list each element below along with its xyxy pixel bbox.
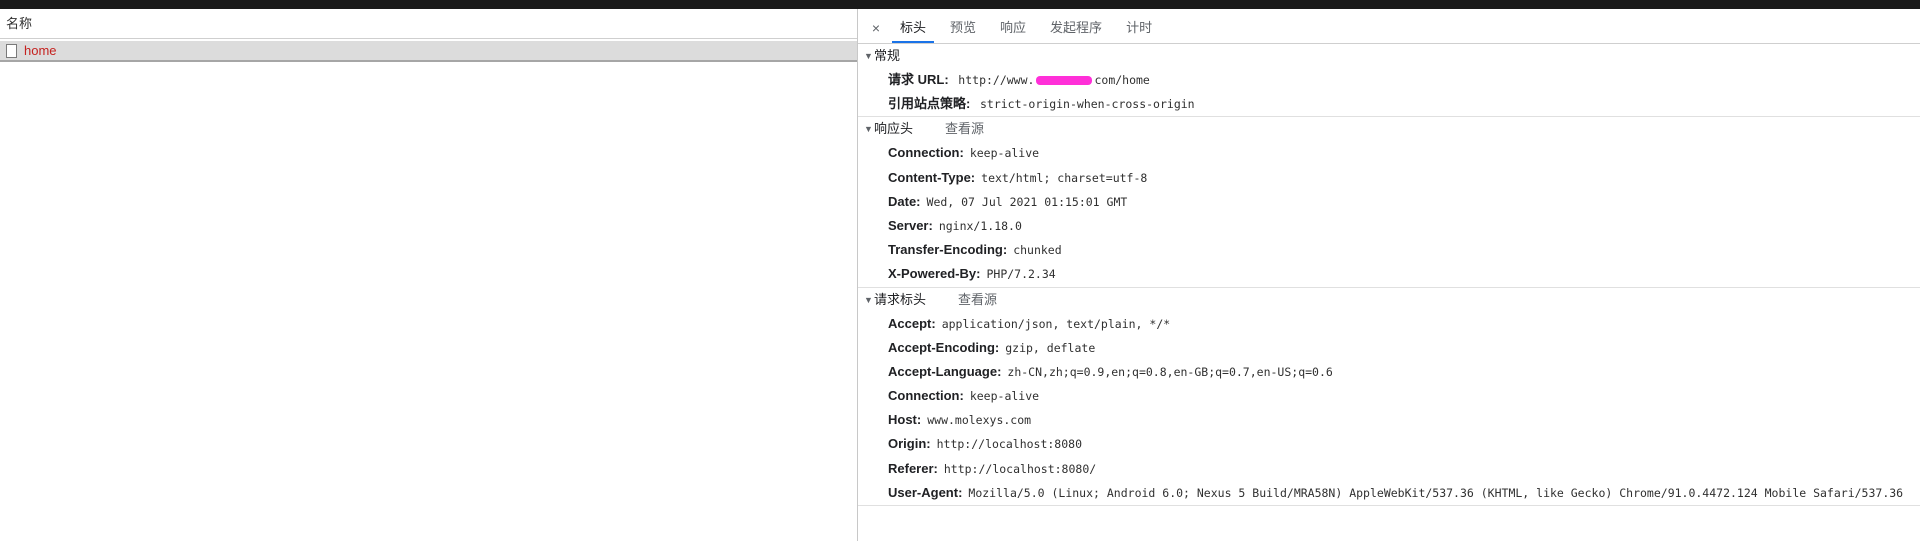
header-key: Server: bbox=[888, 217, 933, 233]
header-value: www.molexys.com bbox=[927, 413, 1032, 428]
response-header-row: Transfer-Encoding: chunked bbox=[858, 238, 1920, 262]
general-title: 常规 bbox=[874, 48, 901, 63]
request-headers-section-header[interactable]: ▼ 请求标头 查看源 bbox=[858, 288, 1920, 312]
details-tabbar: × 标头 预览 响应 发起程序 计时 bbox=[858, 9, 1920, 44]
response-header-row: Connection: keep-alive bbox=[858, 141, 1920, 165]
tab-response[interactable]: 响应 bbox=[992, 13, 1034, 43]
header-key: Accept: bbox=[888, 315, 936, 331]
header-value: keep-alive bbox=[969, 389, 1040, 404]
header-value: keep-alive bbox=[969, 146, 1040, 161]
request-row[interactable]: home bbox=[0, 41, 857, 62]
request-headers-section: ▼ 请求标头 查看源 Accept: application/json, text… bbox=[858, 288, 1920, 506]
header-key: Referer: bbox=[888, 460, 938, 476]
header-value: chunked bbox=[1013, 243, 1062, 258]
referrer-policy-label: 引用站点策略: bbox=[888, 96, 971, 112]
header-key: Origin: bbox=[888, 436, 931, 452]
header-key: Accept-Language: bbox=[888, 363, 1002, 379]
referrer-policy-row: 引用站点策略: strict-origin-when-cross-origin bbox=[858, 92, 1920, 116]
tab-timing[interactable]: 计时 bbox=[1118, 13, 1160, 43]
request-name: home bbox=[24, 43, 57, 58]
request-header-row: Referer: http://localhost:8080/ bbox=[858, 457, 1920, 481]
request-header-row: Connection: keep-alive bbox=[858, 384, 1920, 408]
request-details-panel: × 标头 预览 响应 发起程序 计时 ▼ 常规 请求 URL: http://w… bbox=[858, 9, 1920, 541]
response-header-row: Date: Wed, 07 Jul 2021 01:15:01 GMT bbox=[858, 190, 1920, 214]
tab-preview[interactable]: 预览 bbox=[942, 13, 984, 43]
request-url-row: 请求 URL: http://www. com/home bbox=[858, 68, 1920, 92]
caret-down-icon: ▼ bbox=[864, 294, 873, 305]
name-column-header[interactable]: 名称 bbox=[0, 9, 857, 39]
response-headers-section-header[interactable]: ▼ 响应头 查看源 bbox=[858, 117, 1920, 141]
general-section-header[interactable]: ▼ 常规 bbox=[858, 44, 1920, 68]
header-value: http://localhost:8080 bbox=[936, 437, 1083, 452]
redaction-mark bbox=[1036, 76, 1093, 86]
request-header-row: Accept: application/json, text/plain, */* bbox=[858, 312, 1920, 336]
request-view-source-link[interactable]: 查看源 bbox=[958, 288, 997, 312]
header-value: zh-CN,zh;q=0.9,en;q=0.8,en-GB;q=0.7,en-U… bbox=[1007, 364, 1333, 379]
header-value: text/html; charset=utf-8 bbox=[981, 170, 1148, 185]
top-window-strip bbox=[0, 0, 1920, 9]
tab-headers[interactable]: 标头 bbox=[892, 13, 935, 43]
header-key: Host: bbox=[888, 412, 922, 428]
request-header-row: Accept-Encoding: gzip, deflate bbox=[858, 336, 1920, 360]
referrer-policy-value: strict-origin-when-cross-origin bbox=[979, 97, 1195, 112]
header-value: PHP/7.2.34 bbox=[986, 267, 1056, 282]
general-section: ▼ 常规 请求 URL: http://www. com/home 引用站点策略:… bbox=[858, 44, 1920, 118]
request-headers-title: 请求标头 bbox=[874, 291, 927, 307]
header-value: http://localhost:8080/ bbox=[943, 461, 1097, 476]
header-key: Connection: bbox=[888, 388, 964, 404]
request-header-row: Host: www.molexys.com bbox=[858, 408, 1920, 432]
header-value: Wed, 07 Jul 2021 01:15:01 GMT bbox=[926, 194, 1128, 209]
header-key: X-Powered-By: bbox=[888, 266, 981, 282]
request-header-row: Accept-Language: zh-CN,zh;q=0.9,en;q=0.8,… bbox=[858, 360, 1920, 384]
header-value: application/json, text/plain, */* bbox=[941, 316, 1171, 331]
response-view-source-link[interactable]: 查看源 bbox=[945, 117, 984, 141]
header-value: Mozilla/5.0 (Linux; Android 6.0; Nexus 5… bbox=[968, 485, 1904, 500]
request-url-label: 请求 URL: bbox=[888, 72, 949, 87]
response-header-row: X-Powered-By: PHP/7.2.34 bbox=[858, 262, 1920, 286]
request-header-row: User-Agent: Mozilla/5.0 (Linux; Android 6… bbox=[858, 481, 1920, 505]
request-url-suffix: com/home bbox=[1094, 73, 1150, 87]
request-header-row: Origin: http://localhost:8080 bbox=[858, 432, 1920, 456]
response-headers-title: 响应头 bbox=[874, 121, 914, 137]
document-icon bbox=[6, 43, 17, 58]
header-value: gzip, deflate bbox=[1005, 340, 1096, 355]
header-key: Connection: bbox=[888, 145, 964, 161]
header-value: nginx/1.18.0 bbox=[938, 218, 1022, 233]
header-key: Transfer-Encoding: bbox=[888, 242, 1008, 258]
caret-down-icon: ▼ bbox=[864, 51, 873, 61]
request-url-prefix: http://www. bbox=[958, 73, 1035, 87]
header-key: Date: bbox=[888, 193, 921, 209]
header-key: User-Agent: bbox=[888, 484, 963, 500]
response-headers-section: ▼ 响应头 查看源 Connection: keep-alive Content-… bbox=[858, 117, 1920, 288]
response-header-row: Server: nginx/1.18.0 bbox=[858, 214, 1920, 238]
request-list-panel: 名称 home bbox=[0, 9, 857, 541]
caret-down-icon: ▼ bbox=[864, 124, 873, 135]
header-key: Content-Type: bbox=[888, 169, 976, 185]
response-header-row: Content-Type: text/html; charset=utf-8 bbox=[858, 166, 1920, 190]
tab-initiator[interactable]: 发起程序 bbox=[1042, 13, 1110, 43]
header-key: Accept-Encoding: bbox=[888, 339, 1000, 355]
close-icon[interactable]: × bbox=[866, 13, 886, 43]
